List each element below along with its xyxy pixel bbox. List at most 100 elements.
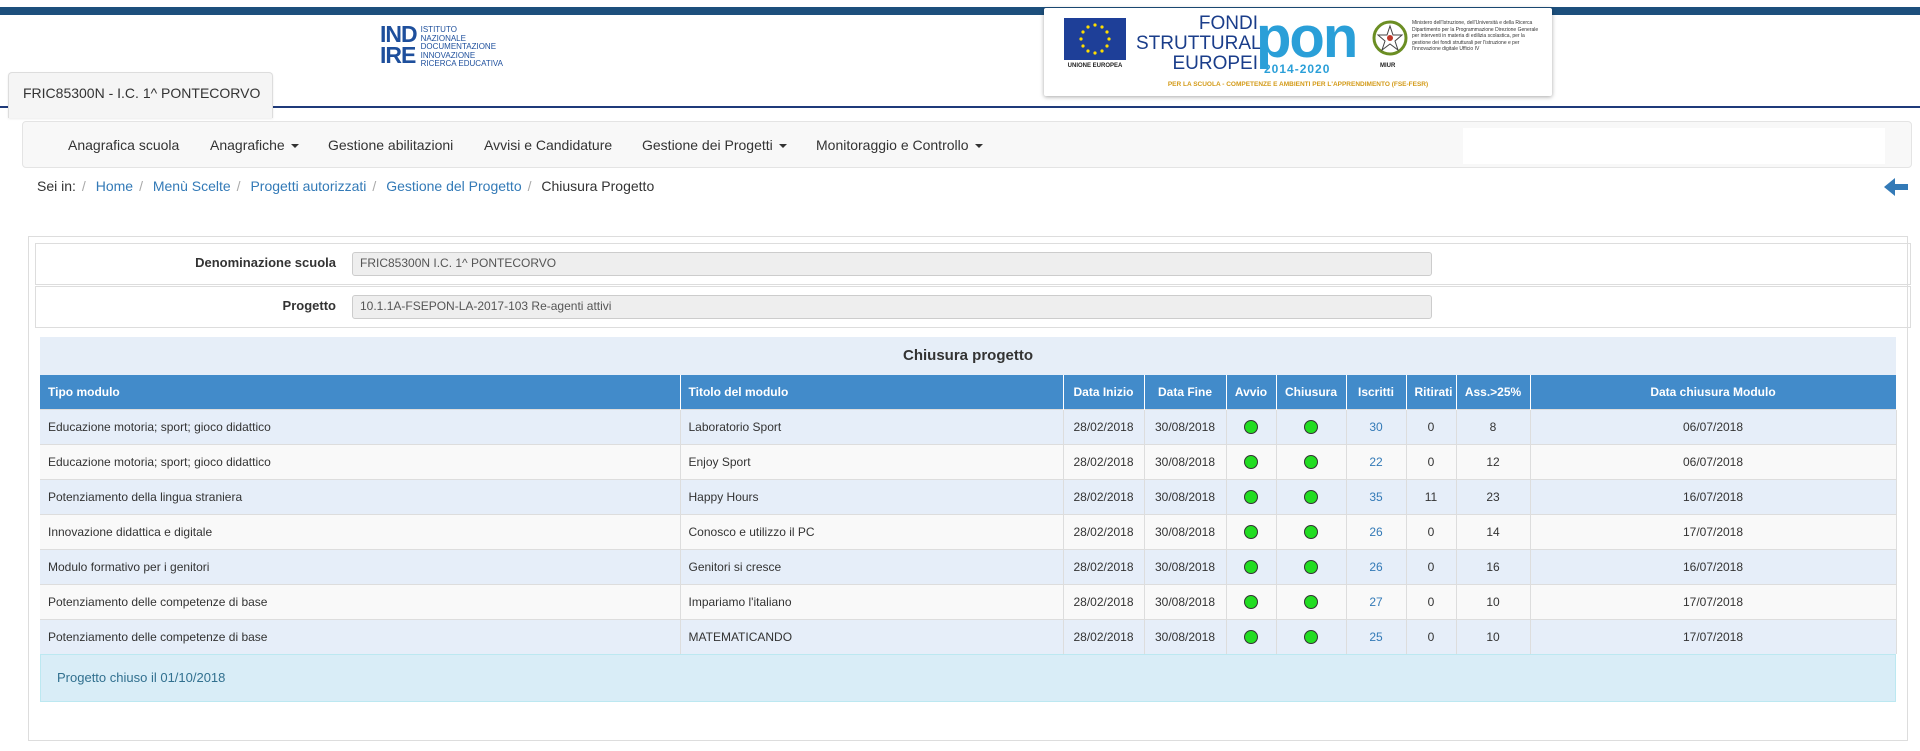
cell-ritirati: 11 <box>1406 478 1457 514</box>
nav-anagrafica-scuola[interactable]: Anagrafica scuola <box>68 137 179 153</box>
cell-tipo: Educazione motoria; sport; gioco didatti… <box>40 408 681 444</box>
cell-chiusura <box>1276 408 1347 444</box>
cell-avvio <box>1226 513 1277 549</box>
iscritti-link[interactable]: 35 <box>1369 490 1382 504</box>
iscritti-link[interactable]: 26 <box>1369 560 1382 574</box>
nav-anagrafiche[interactable]: Anagrafiche <box>210 137 299 153</box>
breadcrumb-prefix: Sei in: <box>37 178 76 194</box>
cell-ritirati: 0 <box>1406 513 1457 549</box>
green-dot-icon <box>1244 559 1258 574</box>
school-tab-label: FRIC85300N - I.C. 1^ PONTECORVO <box>23 85 261 101</box>
iscritti-link[interactable]: 26 <box>1369 525 1382 539</box>
cell-titolo: Happy Hours <box>680 478 1064 514</box>
cell-data-chiusura: 16/07/2018 <box>1530 478 1897 514</box>
table-row: Modulo formativo per i genitori Genitori… <box>40 548 1897 584</box>
cell-ritirati: 0 <box>1406 408 1457 444</box>
cell-fine: 30/08/2018 <box>1144 443 1227 479</box>
navbar-search-field[interactable] <box>1463 128 1885 164</box>
cell-fine: 30/08/2018 <box>1144 583 1227 619</box>
col-titolo-modulo: Titolo del modulo <box>680 375 1064 409</box>
cell-assenze: 23 <box>1456 478 1531 514</box>
iscritti-link[interactable]: 27 <box>1369 595 1382 609</box>
table-row: Educazione motoria; sport; gioco didatti… <box>40 408 1897 444</box>
fondi-line: EUROPEI <box>1172 53 1258 74</box>
closure-table: Tipo modulo Titolo del modulo Data Inizi… <box>40 375 1897 654</box>
closure-table-container: Chiusura progetto Tipo modulo Titolo del… <box>40 337 1897 702</box>
nav-avvisi-candidature[interactable]: Avvisi e Candidature <box>484 137 612 153</box>
cell-inizio: 28/02/2018 <box>1063 513 1145 549</box>
fondi-strutturali-text: FONDI STRUTTURALI EUROPEI <box>1136 14 1267 74</box>
cell-fine: 30/08/2018 <box>1144 548 1227 584</box>
iscritti-link[interactable]: 22 <box>1369 455 1382 469</box>
miur-label: MIUR <box>1380 63 1396 69</box>
cell-tipo: Modulo formativo per i genitori <box>40 548 681 584</box>
breadcrumb: Sei in: / Home / Menù Scelte / Progetti aut… <box>37 178 655 194</box>
iscritti-link[interactable]: 30 <box>1369 420 1382 434</box>
cell-chiusura <box>1276 478 1347 514</box>
cell-iscritti: 30 <box>1346 408 1407 444</box>
indire-logo: IND IRE ISTITUTO NAZIONALE DOCUMENTAZION… <box>380 23 504 69</box>
cell-data-chiusura: 17/07/2018 <box>1530 583 1897 619</box>
main-navbar: Anagrafica scuola Anagrafiche Gestione a… <box>22 121 1912 168</box>
school-row: Denominazione scuola FRIC85300N I.C. 1^ … <box>35 243 1911 285</box>
breadcrumb-menu-scelte[interactable]: Menù Scelte <box>153 178 231 194</box>
cell-assenze: 16 <box>1456 548 1531 584</box>
cell-chiusura <box>1276 513 1347 549</box>
cell-iscritti: 22 <box>1346 443 1407 479</box>
green-dot-icon <box>1304 489 1318 504</box>
eu-label: UNIONE EUROPEA <box>1067 63 1123 69</box>
nav-monitoraggio-controllo[interactable]: Monitoraggio e Controllo <box>816 137 983 153</box>
indire-line: RICERCA EDUCATIVA <box>420 59 504 69</box>
cell-tipo: Potenziamento della lingua straniera <box>40 478 681 514</box>
header-divider <box>0 106 1920 108</box>
cell-iscritti: 35 <box>1346 478 1407 514</box>
cell-chiusura <box>1276 618 1347 654</box>
cell-iscritti: 25 <box>1346 618 1407 654</box>
cell-avvio <box>1226 443 1277 479</box>
green-dot-icon <box>1244 630 1258 645</box>
cell-chiusura <box>1276 443 1347 479</box>
project-label: Progetto <box>282 298 336 313</box>
cell-data-chiusura: 17/07/2018 <box>1530 618 1897 654</box>
green-dot-icon <box>1244 489 1258 504</box>
breadcrumb-gestione-progetto[interactable]: Gestione del Progetto <box>386 178 521 194</box>
cell-inizio: 28/02/2018 <box>1063 408 1145 444</box>
pon-banner: UNIONE EUROPEA FONDI STRUTTURALI EUROPEI… <box>1044 8 1552 96</box>
nav-gestione-abilitazioni[interactable]: Gestione abilitazioni <box>328 137 453 153</box>
eu-flag-icon <box>1064 18 1126 60</box>
breadcrumb-progetti-autorizzati[interactable]: Progetti autorizzati <box>250 178 366 194</box>
fondi-line: STRUTTURALI <box>1136 33 1267 54</box>
cell-assenze: 14 <box>1456 513 1531 549</box>
cell-chiusura <box>1276 548 1347 584</box>
cell-inizio: 28/02/2018 <box>1063 478 1145 514</box>
cell-avvio <box>1226 583 1277 619</box>
cell-iscritti: 27 <box>1346 583 1407 619</box>
back-arrow-icon[interactable] <box>1884 176 1910 198</box>
table-row: Potenziamento delle competenze di base M… <box>40 618 1897 654</box>
school-tab[interactable]: FRIC85300N - I.C. 1^ PONTECORVO <box>8 72 273 118</box>
cell-titolo: MATEMATICANDO <box>680 618 1064 654</box>
cell-data-chiusura: 06/07/2018 <box>1530 408 1897 444</box>
cell-data-chiusura: 17/07/2018 <box>1530 513 1897 549</box>
green-dot-icon <box>1244 594 1258 609</box>
breadcrumb-current: Chiusura Progetto <box>541 178 655 194</box>
nav-gestione-progetti[interactable]: Gestione dei Progetti <box>642 137 787 153</box>
green-dot-icon <box>1304 454 1318 469</box>
table-title: Chiusura progetto <box>40 337 1896 375</box>
cell-titolo: Conosco e utilizzo il PC <box>680 513 1064 549</box>
cell-ritirati: 0 <box>1406 618 1457 654</box>
cell-inizio: 28/02/2018 <box>1063 548 1145 584</box>
miur-description: Ministero dell'Istruzione, dell'Universi… <box>1412 20 1539 53</box>
cell-titolo: Impariamo l'italiano <box>680 583 1064 619</box>
header-top-bar <box>0 7 1920 15</box>
breadcrumb-home[interactable]: Home <box>96 178 133 194</box>
col-ritirati: Ritirati <box>1406 375 1457 409</box>
cell-tipo: Educazione motoria; sport; gioco didatti… <box>40 443 681 479</box>
iscritti-link[interactable]: 25 <box>1369 630 1382 644</box>
cell-iscritti: 26 <box>1346 513 1407 549</box>
cell-fine: 30/08/2018 <box>1144 513 1227 549</box>
col-iscritti: Iscritti <box>1346 375 1407 409</box>
cell-assenze: 10 <box>1456 618 1531 654</box>
cell-avvio <box>1226 478 1277 514</box>
cell-inizio: 28/02/2018 <box>1063 443 1145 479</box>
